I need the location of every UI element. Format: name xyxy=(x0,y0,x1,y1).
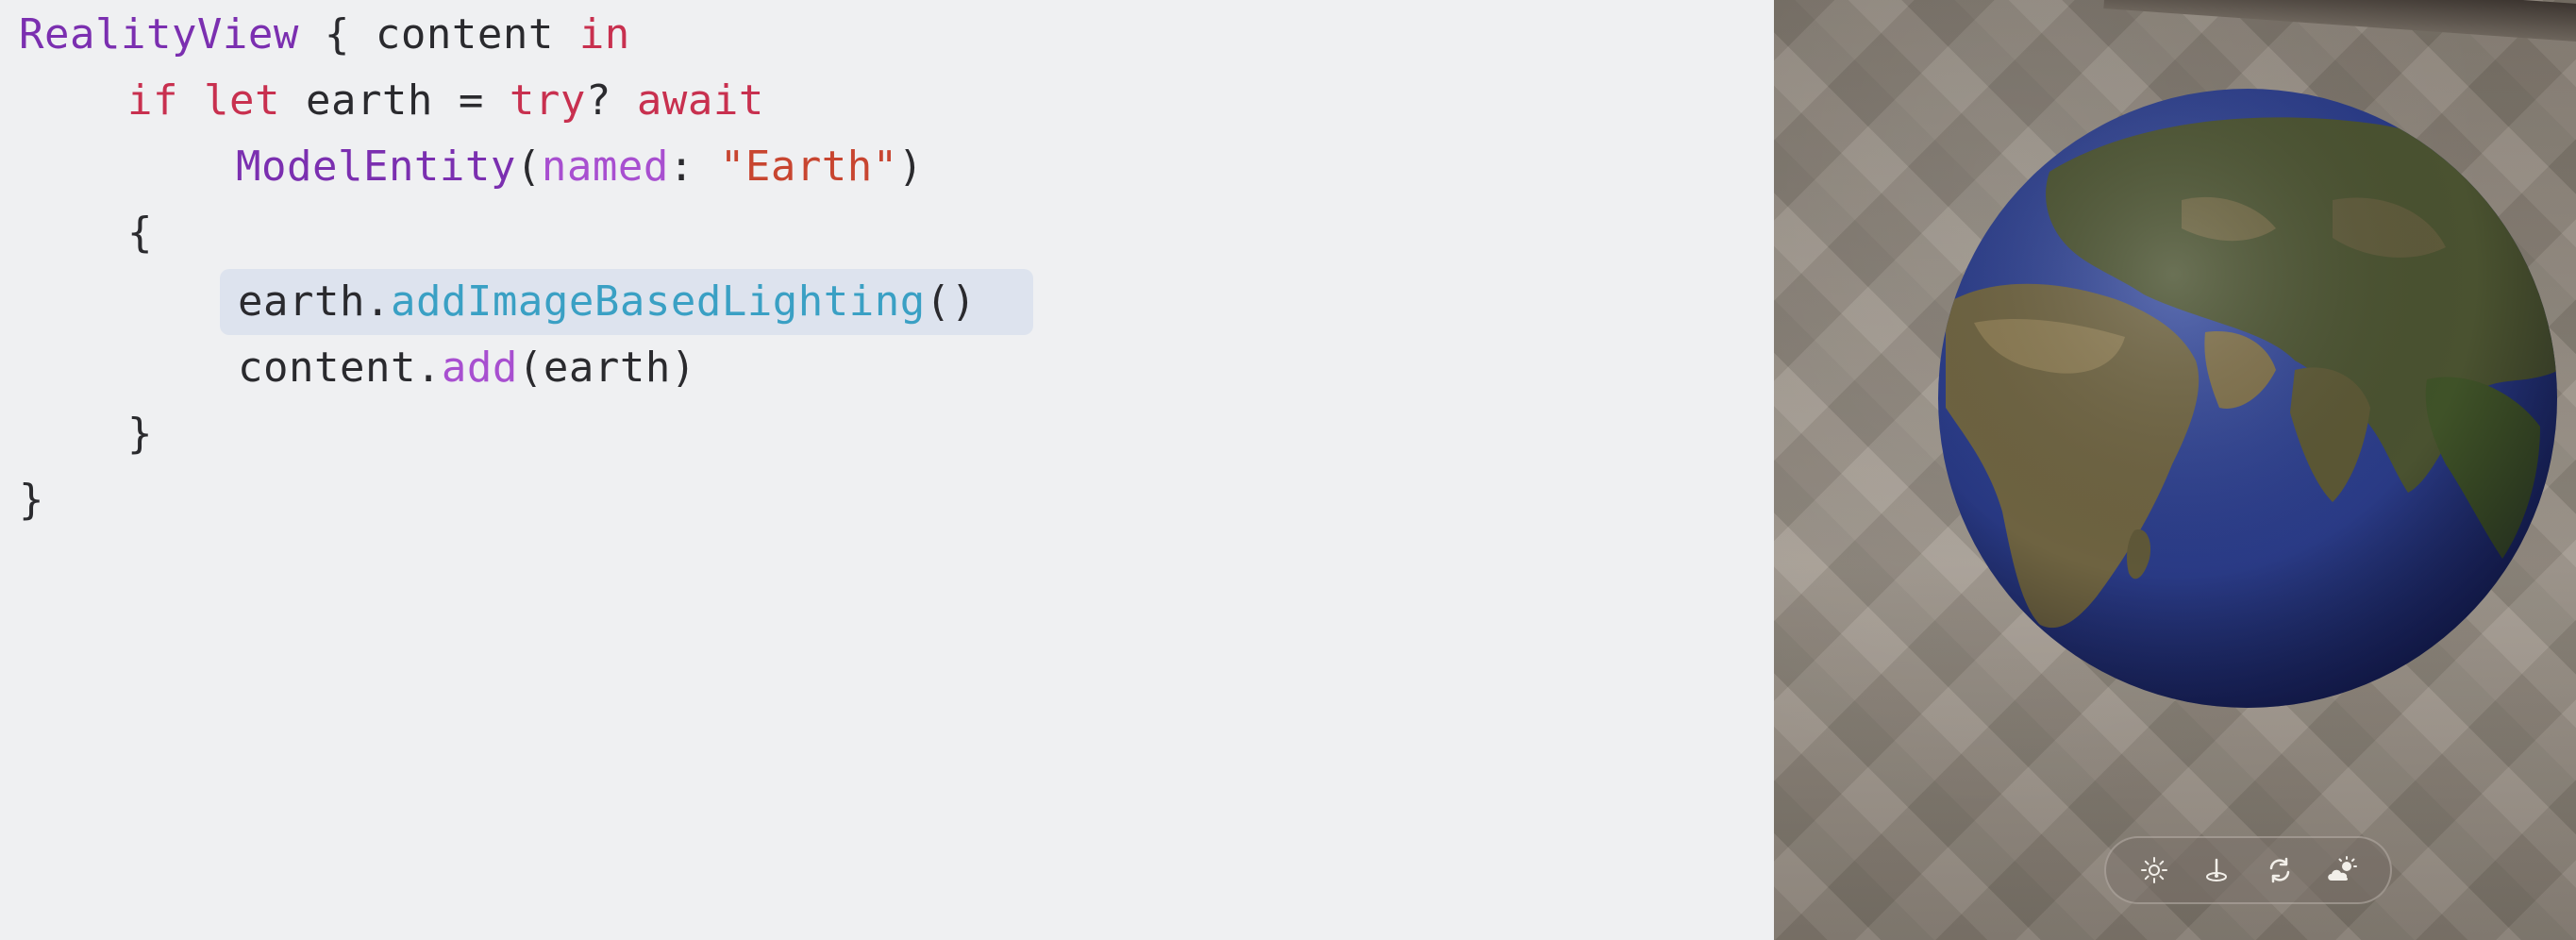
preview-toolbar xyxy=(2104,836,2392,904)
token-plain: { content xyxy=(298,10,579,59)
rotate-icon[interactable] xyxy=(2257,848,2302,893)
code-line-1: RealityView { content in xyxy=(19,2,630,68)
code-line-6: content.add(earth) xyxy=(238,344,696,392)
earth-globe[interactable] xyxy=(1936,87,2559,710)
code-line-7: } xyxy=(127,410,153,458)
token-keyword: try xyxy=(509,76,586,125)
token-keyword: await xyxy=(636,76,764,125)
weather-icon[interactable] xyxy=(2319,848,2365,893)
token-string: "Earth" xyxy=(719,143,898,191)
anchor-icon[interactable] xyxy=(2194,848,2239,893)
token-param: named xyxy=(541,143,669,191)
token-method: addImageBasedLighting xyxy=(390,277,926,326)
code-line-3: ModelEntity(named: "Earth") xyxy=(236,143,924,191)
token-plain: earth. xyxy=(238,277,391,326)
token-plain: content. xyxy=(238,344,442,392)
wall-edge xyxy=(2103,0,2576,48)
sun-icon[interactable] xyxy=(2132,848,2177,893)
reality-view-preview[interactable] xyxy=(1774,0,2576,940)
token-type: RealityView xyxy=(19,10,299,59)
code-line-4: { xyxy=(127,209,153,257)
code-editor: RealityView { content in if let earth = … xyxy=(0,0,1774,940)
code-line-8: } xyxy=(19,476,44,524)
token-keyword: let xyxy=(203,76,280,125)
token-call: add xyxy=(441,344,518,392)
token-keyword: if xyxy=(127,76,178,125)
code-line-5: earth.addImageBasedLighting() xyxy=(238,277,977,326)
token-plain: earth = xyxy=(279,76,510,125)
code-line-2: if let earth = try? await xyxy=(127,76,764,125)
token-type: ModelEntity xyxy=(236,143,516,191)
token-keyword: in xyxy=(578,10,630,59)
